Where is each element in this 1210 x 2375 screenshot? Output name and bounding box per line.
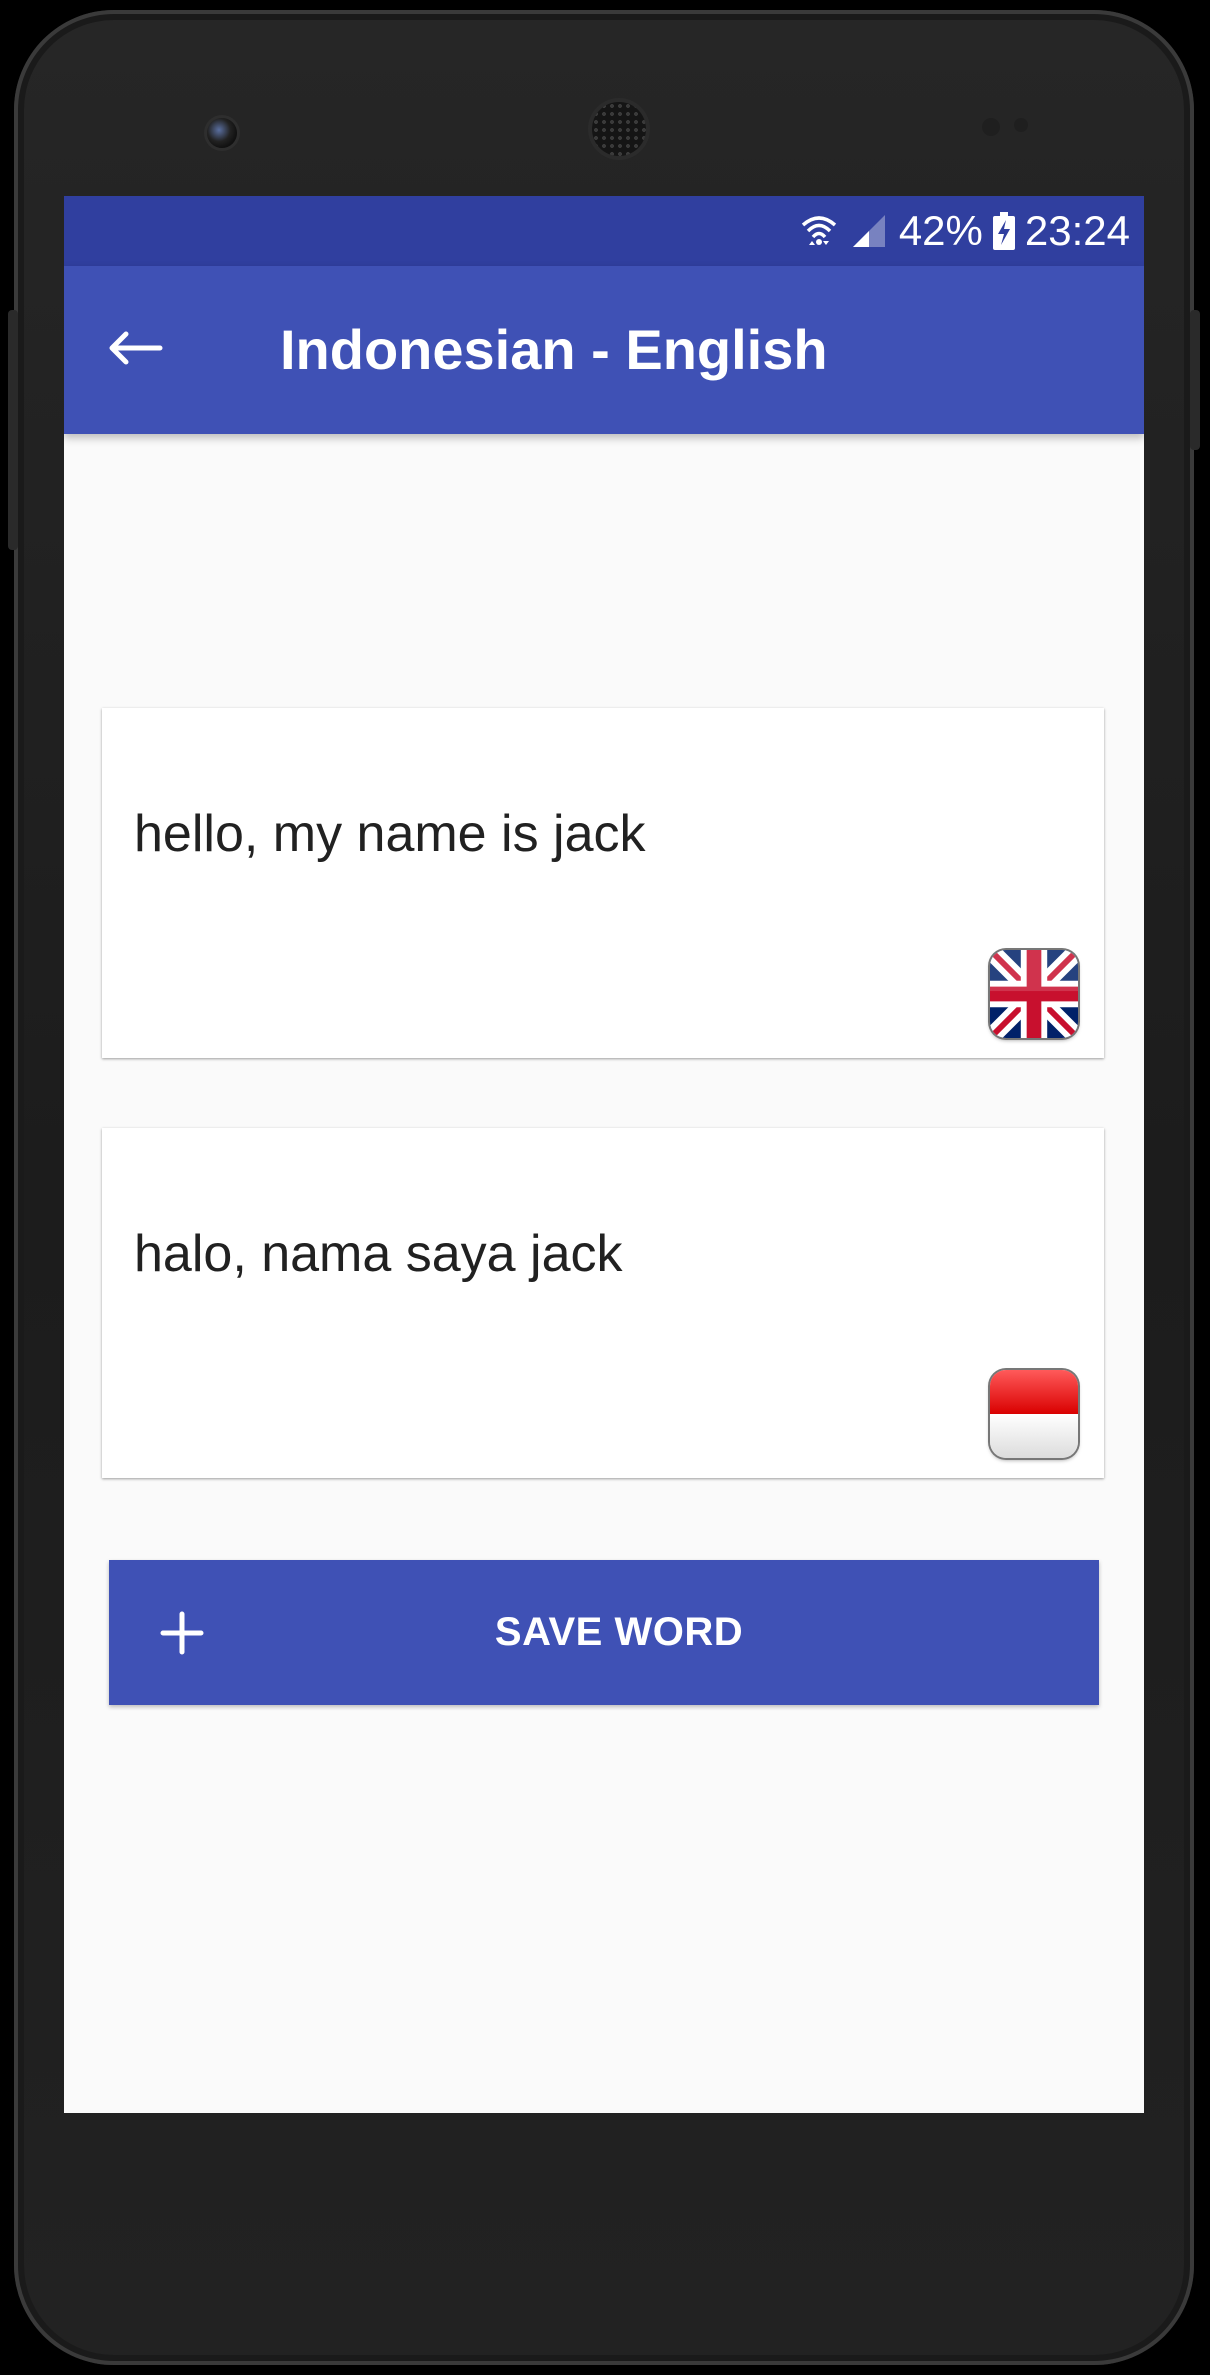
volume-button (8, 310, 18, 550)
indonesia-flag-icon[interactable] (990, 1370, 1078, 1458)
app-bar: Indonesian - English (64, 266, 1144, 434)
app-screen: 42% 23:24 Indonesian - English hello, my… (64, 196, 1144, 2113)
save-word-button[interactable]: SAVE WORD (109, 1560, 1099, 1705)
english-text: hello, my name is jack (134, 805, 646, 863)
arrow-left-icon (104, 328, 164, 373)
power-button (1190, 310, 1200, 450)
earpiece-speaker (592, 102, 646, 156)
indonesian-text-card[interactable]: halo, nama saya jack (102, 1128, 1104, 1478)
battery-text: 42% (898, 207, 983, 254)
proximity-sensor (982, 118, 1000, 136)
english-text-card[interactable]: hello, my name is jack (102, 708, 1104, 1058)
signal-icon (849, 211, 889, 251)
save-word-label: SAVE WORD (494, 1610, 744, 1654)
wifi-icon (799, 211, 839, 251)
battery-charging-icon (992, 212, 1015, 250)
indonesian-text: halo, nama saya jack (134, 1225, 623, 1283)
light-sensor (1014, 118, 1028, 132)
clock-text: 23:24 (1024, 207, 1130, 254)
page-title: Indonesian - English (280, 318, 828, 381)
front-camera (207, 118, 237, 148)
back-button[interactable] (94, 310, 174, 390)
uk-flag-icon[interactable] (990, 950, 1078, 1038)
status-bar: 42% 23:24 (64, 196, 1144, 266)
